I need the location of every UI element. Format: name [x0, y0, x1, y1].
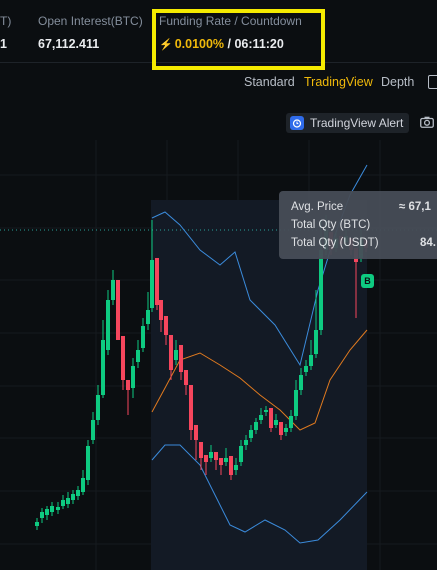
candle-body-48 — [274, 420, 278, 425]
tradingview-alert-label: TradingView Alert — [310, 116, 404, 130]
candle-body-38 — [224, 458, 228, 462]
candle-body-4 — [56, 507, 60, 510]
depth-tooltip: Avg. Price ≈ 67,1 Total Qty (BTC) Total … — [279, 191, 437, 259]
candle-body-51 — [289, 416, 293, 428]
candle-body-9 — [81, 478, 85, 492]
candle-body-3 — [50, 506, 54, 512]
candle-body-24 — [155, 258, 159, 305]
candle-body-20 — [136, 350, 140, 362]
candle-body-1 — [40, 512, 44, 518]
candle-body-45 — [259, 415, 263, 420]
tab-tradingview[interactable]: TradingView — [304, 75, 373, 89]
candle-body-14 — [106, 300, 110, 350]
candle-body-7 — [71, 494, 75, 500]
open-interest-stat: Open Interest(BTC) 67,112.411 — [38, 14, 143, 51]
tooltip-total-qty-usdt-label: Total Qty (USDT) — [291, 237, 379, 249]
candle-body-40 — [234, 465, 238, 470]
tradingview-alert-button[interactable]: TradingView Alert — [286, 113, 410, 133]
highlight-box — [152, 9, 325, 70]
candle-body-36 — [214, 452, 218, 460]
candle-body-15 — [111, 280, 115, 300]
tooltip-total-qty-usdt-value: 84. — [420, 237, 436, 249]
candle-body-53 — [299, 375, 303, 390]
tab-depth[interactable]: Depth — [381, 75, 414, 89]
stat-truncated-value: 1 — [0, 37, 7, 51]
candle-body-27 — [169, 335, 173, 370]
chart-view-tabs: Standard TradingView Depth — [0, 75, 437, 95]
candle-body-52 — [294, 390, 298, 416]
candle-body-34 — [204, 455, 208, 462]
open-interest-label: Open Interest(BTC) — [38, 14, 143, 28]
tooltip-avg-price-value: ≈ 67,1 — [399, 201, 431, 213]
candle-body-44 — [254, 422, 258, 430]
stat-truncated-label: T) — [0, 14, 12, 28]
candle-body-25 — [159, 300, 163, 320]
candle-body-2 — [45, 509, 49, 515]
candle-body-29 — [179, 345, 183, 372]
candle-body-43 — [249, 430, 253, 438]
candle-body-8 — [76, 490, 80, 496]
camera-icon[interactable] — [420, 116, 434, 128]
candle-body-46 — [264, 410, 268, 412]
buy-marker-badge[interactable]: B — [361, 274, 374, 288]
candle-body-55 — [309, 355, 313, 366]
candle-body-50 — [284, 428, 288, 432]
candle-body-23 — [150, 260, 154, 308]
candle-body-32 — [194, 425, 198, 440]
tooltip-avg-price-label: Avg. Price — [291, 201, 344, 213]
candle-body-56 — [314, 330, 318, 354]
candle-body-11 — [91, 420, 95, 440]
candle-body-10 — [86, 446, 90, 480]
candle-body-41 — [239, 446, 243, 462]
candle-body-26 — [164, 316, 168, 335]
candle-body-37 — [219, 458, 223, 465]
candle-body-19 — [131, 366, 135, 388]
candle-body-35 — [209, 452, 213, 458]
candle-body-42 — [244, 440, 248, 445]
candle-body-33 — [199, 442, 203, 458]
stat-truncated: T) 1 — [0, 14, 11, 51]
tooltip-total-qty-btc-label: Total Qty (BTC) — [291, 219, 371, 231]
candle-body-47 — [269, 408, 273, 428]
candle-body-18 — [126, 380, 130, 390]
candle-body-6 — [66, 498, 70, 504]
open-interest-value: 67,112.411 — [38, 37, 100, 51]
tab-standard[interactable]: Standard — [244, 75, 295, 89]
candle-body-13 — [101, 340, 105, 395]
candle-body-57 — [319, 250, 323, 330]
candle-body-28 — [174, 350, 178, 360]
alarm-clock-icon — [290, 116, 304, 130]
candle-body-0 — [35, 522, 39, 526]
candle-body-49 — [279, 422, 283, 435]
candle-body-39 — [229, 456, 233, 475]
candle-body-22 — [146, 310, 150, 324]
candle-body-54 — [304, 366, 308, 372]
expand-icon[interactable] — [428, 75, 437, 89]
candle-body-21 — [141, 326, 145, 348]
candle-body-17 — [121, 336, 125, 380]
candle-body-12 — [96, 395, 100, 420]
candle-body-16 — [116, 280, 120, 340]
candle-body-30 — [184, 370, 188, 385]
candle-body-5 — [61, 500, 65, 506]
candle-body-31 — [189, 385, 193, 430]
